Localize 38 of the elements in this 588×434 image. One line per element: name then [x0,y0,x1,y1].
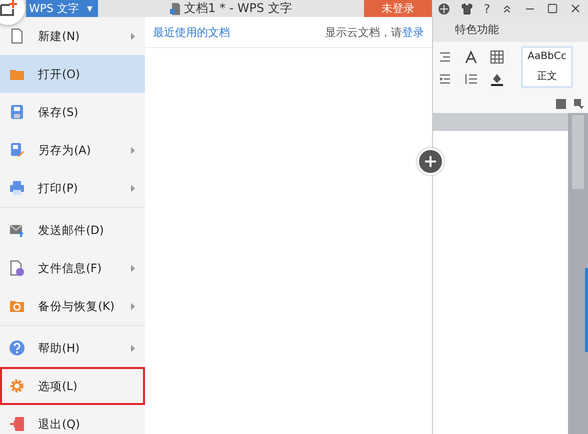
menu-item[interactable]: 退出(Q) [0,405,145,434]
save-icon [9,104,25,120]
gear-icon [9,378,25,394]
menu-item[interactable]: 备份与恢复(K) [0,287,145,325]
app-menu-button[interactable]: WPS 文字 ▾ [26,0,98,17]
dropdown-icon[interactable] [574,99,584,109]
document-icon [170,2,180,14]
cloud-prompt: 显示云文档，请 [325,26,402,38]
mail-icon [9,222,25,238]
backup-folder-icon [9,298,25,314]
maximize-icon[interactable] [547,3,558,14]
document-icon [9,28,25,44]
menu-item[interactable]: 帮助(H) [0,329,145,367]
menu-item[interactable]: 打开(O) [0,55,145,93]
recent-documents-heading: 最近使用的文档 [153,24,230,40]
save-as-icon [9,142,25,158]
exit-icon [9,416,25,432]
login-link[interactable]: 登录 [402,26,424,38]
menu-item[interactable]: 文件信息(F) [0,249,145,287]
scrollbar[interactable] [568,113,588,434]
printer-icon [9,180,25,196]
style-preset-button[interactable]: AaBbCc 正文 [521,46,573,88]
ribbon-tab[interactable]: 特色功能 [455,22,499,37]
menu-item[interactable]: 保存(S) [0,93,145,131]
menu-item[interactable]: 发送邮件(D) [0,211,145,249]
table-icon[interactable] [489,49,505,65]
help-icon [9,340,25,356]
line-spacing-icon[interactable] [463,71,479,87]
menu-item[interactable]: 选项(L) [0,367,145,405]
menu-item[interactable]: 另存为(A) [0,131,145,169]
menu-item[interactable]: 新建(N) [0,17,145,55]
shirt-icon[interactable] [460,2,473,14]
help-button[interactable]: ? [484,2,490,16]
file-info-icon [9,260,25,276]
menu-item[interactable]: 打印(P) [0,169,145,207]
window-title: 文档1 * - WPS 文字 [184,0,292,17]
font-size-icon[interactable] [463,49,479,65]
close-icon[interactable] [569,2,582,15]
